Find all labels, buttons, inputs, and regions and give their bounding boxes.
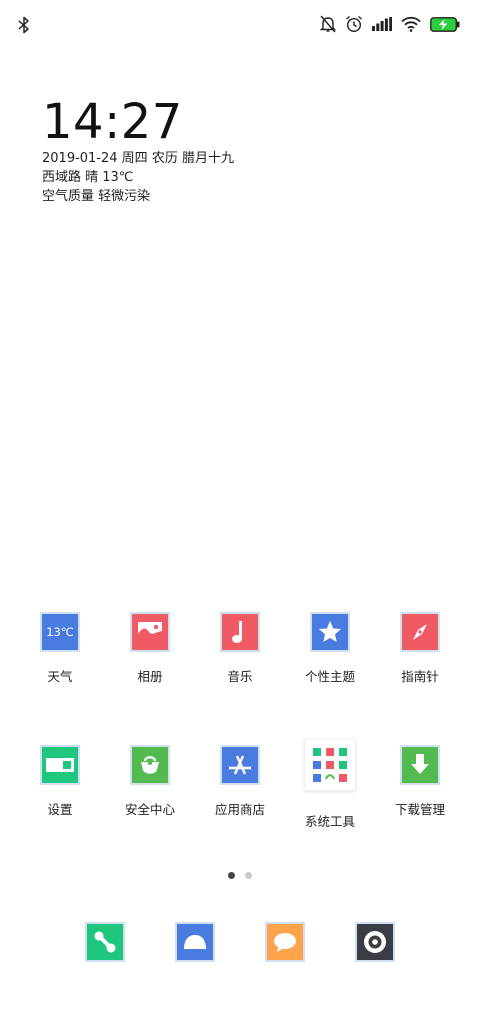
star-icon	[310, 612, 350, 652]
weather-line: 西域路 晴 13℃	[42, 170, 134, 185]
alarm-icon	[346, 15, 362, 33]
app-row-2: 设置 安全中心 应用商店 系统工具 下载管理	[0, 739, 480, 855]
app-store-icon	[220, 745, 260, 785]
date-line: 2019-01-24 周四 农历 腊月十九	[42, 151, 234, 166]
app-compass[interactable]: 指南针	[375, 612, 465, 685]
wifi-icon	[401, 16, 421, 32]
gallery-icon	[130, 612, 170, 652]
weather-icon: 13℃	[40, 612, 80, 652]
contacts-icon[interactable]	[175, 922, 215, 962]
settings-toggle-icon	[40, 745, 80, 785]
signal-icon	[372, 17, 392, 31]
app-label: 相册	[137, 669, 163, 684]
app-system-tools-folder[interactable]: 系统工具	[285, 739, 375, 830]
app-themes[interactable]: 个性主题	[285, 612, 375, 685]
message-bubble-icon[interactable]	[265, 922, 305, 962]
security-bag-icon	[130, 745, 170, 785]
status-bar	[0, 0, 480, 52]
app-weather[interactable]: 13℃ 天气	[15, 612, 105, 685]
page-dot-1[interactable]	[228, 872, 235, 879]
dock	[0, 922, 480, 966]
app-label: 安全中心	[124, 802, 175, 817]
music-note-icon	[220, 612, 260, 652]
app-row-1: 13℃ 天气 相册 音乐 个性主题 指南针	[0, 612, 480, 722]
app-label: 指南针	[401, 669, 439, 684]
app-label: 应用商店	[214, 802, 265, 817]
bluetooth-icon	[18, 16, 29, 34]
app-music[interactable]: 音乐	[195, 612, 285, 685]
app-label: 音乐	[227, 669, 253, 684]
app-label: 天气	[47, 669, 73, 684]
phone-icon[interactable]	[85, 922, 125, 962]
app-store[interactable]: 应用商店	[195, 745, 285, 818]
air-quality-line: 空气质量 轻微污染	[42, 189, 151, 204]
compass-icon	[400, 612, 440, 652]
camera-icon[interactable]	[355, 922, 395, 962]
bell-muted-icon	[320, 15, 336, 33]
clock-widget[interactable]: 14:27 2019-01-24 周四 农历 腊月十九 西域路 晴 13℃ 空气…	[42, 96, 234, 206]
download-arrow-icon	[400, 745, 440, 785]
page-dot-2[interactable]	[245, 872, 252, 879]
app-gallery[interactable]: 相册	[105, 612, 195, 685]
app-label: 设置	[47, 802, 73, 817]
battery-charging-icon	[430, 16, 460, 32]
folder-icon	[304, 739, 356, 791]
app-label: 系统工具	[304, 814, 355, 829]
weather-icon-temp: 13℃	[46, 625, 74, 639]
page-indicator[interactable]	[0, 872, 480, 879]
app-security-center[interactable]: 安全中心	[105, 745, 195, 818]
clock-time: 14:27	[42, 94, 183, 150]
app-download-manager[interactable]: 下载管理	[375, 745, 465, 818]
app-settings[interactable]: 设置	[15, 745, 105, 818]
app-label: 个性主题	[304, 669, 355, 684]
app-label: 下载管理	[394, 802, 445, 817]
